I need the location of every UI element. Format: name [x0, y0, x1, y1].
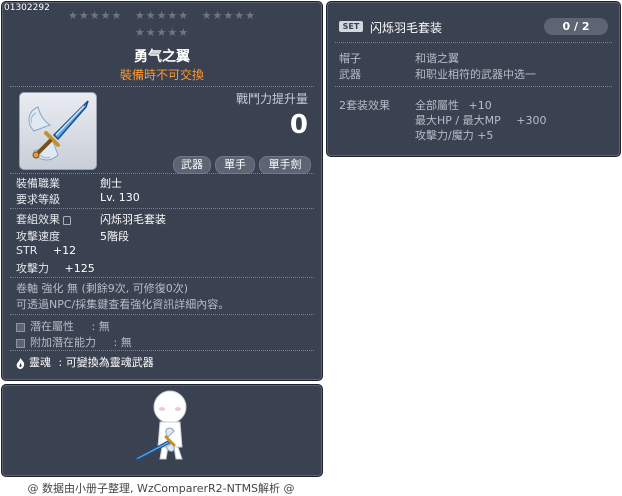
set-item-slot: 武器 [339, 68, 361, 81]
set-effect-value[interactable]: 闪烁羽毛套装 [100, 213, 166, 226]
enhance-hint: 可透過NPC/採集鍵查看強化資訊詳細內容。 [16, 298, 230, 311]
req-level-label: 要求等級 [16, 193, 60, 206]
set-bonus-value: +5 [477, 129, 494, 142]
star-force-row: ★★★★★ ★★★★★ ★★★★★ [2, 9, 322, 22]
set-bonus-row: 最大HP / 最大MP +300 [415, 112, 546, 128]
req-level-row: 要求等級 [16, 191, 60, 207]
tag-one-handed-sword: 單手劍 [259, 156, 311, 174]
str-label: STR [16, 244, 38, 257]
sword-icon [28, 100, 89, 161]
potential-label: 潛在屬性 [30, 320, 74, 333]
job-value-cell: 劍士 [100, 175, 122, 191]
set-bonus-label: 2套装效果 [339, 99, 390, 112]
combat-power-label: 戰鬥力提升量 [235, 92, 308, 106]
divider [10, 173, 314, 174]
additional-potential-icon [16, 338, 25, 348]
set-effect-label: 套組效果 [16, 213, 60, 226]
lock-icon [63, 215, 71, 225]
job-row: 裝備職業 [16, 175, 60, 191]
star-group: ★★★★★ [68, 9, 123, 22]
set-bonus-value: +10 [468, 99, 492, 112]
divider [335, 86, 612, 87]
attack-value: +125 [64, 262, 95, 275]
set-info-panel: SET 闪烁羽毛套装 0 / 2 帽子 和谐之翼 武器 和职业相符的武器中选一 … [326, 1, 621, 157]
set-item-name: 和谐之翼 [415, 52, 459, 65]
additional-potential-label: 附加潛在能力 [30, 336, 96, 349]
str-value: +12 [52, 244, 77, 257]
set-name: 闪烁羽毛套装 [370, 21, 443, 35]
divider [10, 208, 314, 209]
attack-speed-label: 攻擊速度 [16, 230, 60, 243]
divider [335, 42, 612, 43]
set-item-slot: 帽子 [339, 52, 361, 65]
set-count: 0 / 2 [544, 18, 608, 35]
potential-value: : 無 [91, 320, 110, 333]
req-level-value: Lv. 130 [100, 191, 140, 204]
set-item-name: 和职业相符的武器中选一 [415, 68, 536, 81]
attack-label: 攻擊力 [16, 262, 49, 275]
job-value: 劍士 [100, 177, 122, 190]
attack-speed-row: 攻擊速度 [16, 228, 60, 244]
set-count-value: 0 / 2 [562, 20, 590, 33]
divider [10, 314, 314, 315]
additional-potential-row: 附加潛在能力 : 無 [16, 334, 132, 350]
item-title: 勇气之翼 [134, 49, 190, 65]
set-effect-value-cell[interactable]: 闪烁羽毛套装 [100, 211, 166, 227]
combat-power-value: 0 [289, 110, 308, 140]
additional-potential-value: : 無 [113, 336, 132, 349]
set-bonus-stat: 攻擊力/魔力 [415, 129, 474, 142]
str-row: STR +12 [16, 244, 76, 257]
set-badge: SET [339, 21, 363, 32]
attack-speed-value-cell: 5階段 [100, 228, 129, 244]
set-bonus-row: 全部屬性 +10 [415, 97, 492, 113]
soul-row: 靈魂 : 可變換為靈魂武器 [16, 354, 154, 370]
star-group: ★★★★★ [201, 9, 256, 22]
character-avatar-icon [133, 390, 187, 461]
divider [10, 86, 314, 87]
enhance-info: 卷軸 強化 無 (剩餘9次, 可修復0次) [16, 282, 189, 295]
set-bonus-stat: 全部屬性 [415, 99, 459, 112]
set-effect-row: 套組效果 [16, 211, 71, 227]
divider [10, 350, 314, 351]
set-bonus-stat: 最大HP / 最大MP [415, 114, 501, 127]
star-group: ★★★★★ [134, 26, 190, 39]
tag-one-handed: 單手 [215, 156, 255, 174]
potential-row: 潛在屬性 : 無 [16, 318, 110, 334]
divider [10, 277, 314, 278]
trade-restriction: 裝備時不可交換 [119, 68, 204, 82]
attack-speed-value: 5階段 [100, 230, 129, 243]
set-bonus-row: 攻擊力/魔力 +5 [415, 127, 493, 143]
job-label: 裝備職業 [16, 177, 60, 190]
soul-label: 靈魂 [29, 356, 51, 369]
star-force-row: ★★★★★ [2, 26, 322, 39]
item-icon-frame [19, 92, 97, 170]
potential-icon [16, 322, 25, 332]
soul-value: : 可變換為靈魂武器 [58, 356, 154, 369]
star-group: ★★★★★ [134, 9, 190, 22]
item-tooltip-panel: 01302292 ★★★★★ ★★★★★ ★★★★★ ★★★★★ 勇气之翼 裝備… [1, 1, 323, 381]
character-preview-panel [1, 384, 323, 477]
attack-row: 攻擊力 +125 [16, 260, 95, 276]
soul-flame-icon [16, 357, 25, 369]
req-level-value-cell: Lv. 130 [100, 191, 140, 204]
tag-weapon: 武器 [173, 156, 211, 174]
set-bonus-value: +300 [516, 114, 547, 127]
